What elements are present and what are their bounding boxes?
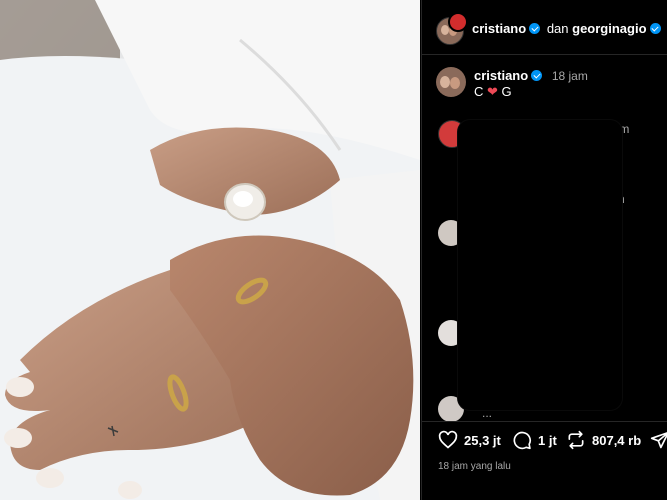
repost-icon bbox=[568, 430, 584, 450]
redaction-overlay bbox=[458, 120, 622, 410]
collab-join-text: dan bbox=[546, 21, 569, 36]
share-icon bbox=[650, 432, 667, 449]
comment-icon bbox=[513, 431, 532, 450]
comment-button[interactable]: 1 jt bbox=[512, 430, 557, 450]
author-username[interactable]: cristiano bbox=[472, 21, 526, 36]
caption-author-avatar[interactable] bbox=[436, 67, 466, 97]
actions-divider bbox=[422, 421, 667, 422]
share-button[interactable] bbox=[650, 430, 667, 453]
heart-emoji-icon: ❤ bbox=[487, 84, 498, 99]
heart-icon bbox=[438, 430, 458, 449]
repost-count: 807,4 rb bbox=[592, 432, 642, 448]
like-button[interactable]: 25,3 jt bbox=[438, 430, 501, 450]
like-count: 25,3 jt bbox=[464, 432, 501, 448]
caption-time: 18 jam bbox=[551, 69, 588, 83]
header-divider bbox=[422, 54, 667, 55]
collaborator-avatar[interactable] bbox=[448, 12, 468, 32]
verified-badge-icon bbox=[529, 23, 541, 34]
collaborator-username[interactable]: georginagio bbox=[572, 21, 646, 36]
caption-text-g: G bbox=[501, 84, 512, 99]
verified-badge-icon bbox=[531, 70, 543, 81]
post-image[interactable] bbox=[0, 0, 420, 500]
caption-text-c: C bbox=[474, 84, 484, 99]
actions-bar: 25,3 jt 1 jt 807,4 rb bbox=[438, 430, 667, 454]
repost-button[interactable]: 807,4 rb bbox=[566, 430, 641, 450]
comments-list[interactable]: jam n ... bbox=[422, 110, 667, 422]
caption-author-username[interactable]: cristiano bbox=[474, 68, 528, 83]
post-photo-hands-rings bbox=[0, 0, 420, 500]
comment-count: 1 jt bbox=[538, 432, 557, 448]
post-side-panel: cristiano dan georginagio cristiano 18 j… bbox=[421, 0, 667, 500]
verified-badge-icon bbox=[649, 23, 661, 34]
post-timestamp: 18 jam yang lalu bbox=[438, 461, 511, 472]
post-header: cristiano dan georginagio bbox=[436, 12, 667, 45]
